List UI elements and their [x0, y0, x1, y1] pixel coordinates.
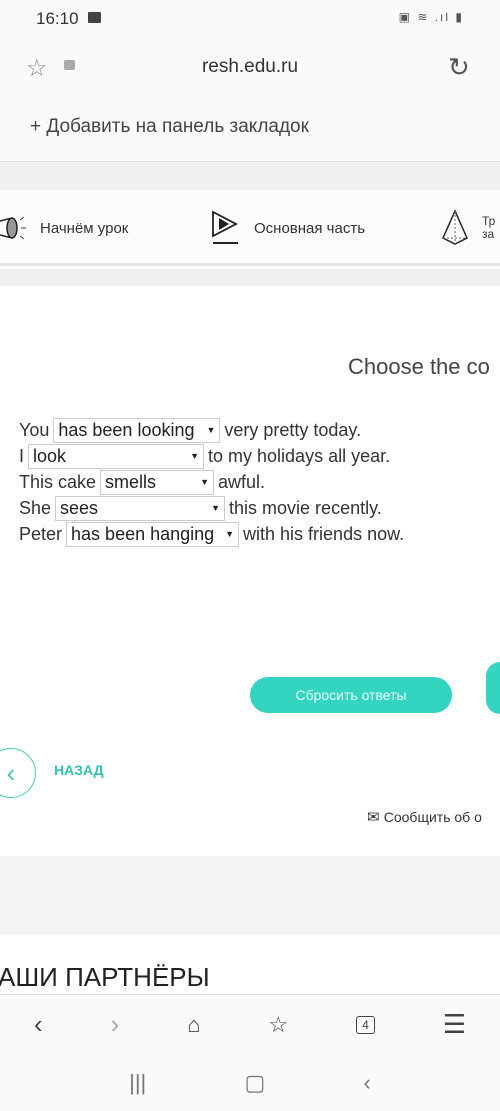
- tabs-icon[interactable]: 4: [356, 1015, 375, 1034]
- sentence: She sees ▼ this movie recently.: [19, 495, 382, 521]
- step-main[interactable]: Основная часть: [210, 190, 365, 266]
- dropdown-arrow-icon: ▼: [206, 425, 216, 435]
- step-label: Основная часть: [254, 219, 366, 237]
- partners-heading: АШИ ПАРТНЁРЫ: [0, 962, 210, 992]
- dropdown-arrow-icon: ▼: [190, 451, 200, 461]
- browser-toolbar: ☆ resh.edu.ru ↻ + Добавить на панель зак…: [0, 40, 500, 162]
- url-field[interactable]: resh.edu.ru: [0, 56, 500, 78]
- sentence-start: Peter: [19, 523, 63, 544]
- selected-value: has been hanging: [71, 523, 215, 544]
- step-start[interactable]: Начнём урок: [0, 190, 128, 266]
- sentence: This cake smells ▼ awful.: [19, 469, 265, 495]
- answer-select[interactable]: has been looking ▼: [53, 417, 221, 443]
- reset-answers-button[interactable]: Сбросить ответы: [250, 677, 452, 713]
- step-label: Тр за: [482, 214, 496, 241]
- answer-select[interactable]: sees ▼: [55, 495, 226, 521]
- exercise-panel: Choose the co You has been looking ▼ very…: [0, 286, 500, 856]
- dropdown-arrow-icon: ▼: [211, 503, 221, 513]
- sentence-end: to my holidays all year.: [208, 445, 391, 466]
- signal-icon: ▣ ≋ .ıl ▮: [398, 10, 464, 24]
- sentence-start: You: [19, 419, 50, 440]
- spacer: [0, 856, 500, 935]
- lesson-steps: Начнём урок Основная часть Тр за: [0, 190, 500, 266]
- dropdown-arrow-icon: ▼: [200, 477, 210, 487]
- pyramid-icon: [442, 209, 468, 245]
- sentence-end: very pretty today.: [224, 419, 362, 440]
- back-link[interactable]: НАЗАД: [54, 762, 104, 778]
- add-bookmark-button[interactable]: + Добавить на панель закладок: [30, 116, 309, 138]
- reload-icon[interactable]: ↻: [448, 52, 470, 83]
- sentence: You has been looking ▼ very pretty today.: [19, 417, 361, 443]
- sentence-end: awful.: [218, 471, 266, 492]
- spacer: [0, 162, 500, 190]
- bookmarks-icon[interactable]: ☆: [268, 1012, 288, 1038]
- browser-bottom-nav: ‹ › ⌂ ☆ 4 ☰: [0, 994, 500, 1054]
- home-button-icon[interactable]: ▢: [245, 1070, 266, 1096]
- recent-apps-icon[interactable]: |||: [129, 1070, 146, 1096]
- status-bar: 16:10 ▣ ≋ .ıl ▮: [0, 0, 500, 40]
- selected-value: look: [33, 445, 67, 466]
- add-bookmark-label: Добавить на панель закладок: [46, 116, 309, 137]
- play-icon: [212, 210, 238, 244]
- sentence-end: with his friends now.: [243, 523, 405, 544]
- spacer: [0, 269, 500, 286]
- forward-icon[interactable]: ›: [111, 1009, 120, 1040]
- megaphone-icon: [0, 216, 26, 240]
- back-button[interactable]: ‹: [0, 748, 36, 798]
- sentence: I look ▼ to my holidays all year.: [19, 443, 390, 469]
- sentence-start: She: [19, 497, 52, 518]
- plus-icon: +: [30, 116, 47, 137]
- home-icon[interactable]: ⌂: [187, 1012, 200, 1038]
- step-label: Начнём урок: [40, 219, 129, 237]
- exercise-title: Choose the co: [348, 354, 490, 379]
- mail-icon: ✉: [367, 809, 384, 826]
- system-nav-bar: ||| ▢ ‹: [0, 1054, 500, 1111]
- selected-value: has been looking: [58, 419, 195, 440]
- sentence-end: this movie recently.: [229, 497, 382, 518]
- selected-value: smells: [105, 471, 157, 492]
- chevron-left-icon: ‹: [6, 757, 16, 788]
- selected-value: sees: [60, 497, 99, 518]
- sentence-start: This cake: [19, 471, 97, 492]
- sentence: Peter has been hanging ▼ with his friends…: [19, 521, 404, 547]
- answer-select[interactable]: look ▼: [28, 443, 205, 469]
- sentence-start: I: [19, 445, 25, 466]
- system-back-icon[interactable]: ‹: [364, 1070, 371, 1096]
- answer-select[interactable]: smells ▼: [100, 469, 215, 495]
- step-training[interactable]: Тр за: [440, 190, 498, 266]
- back-icon[interactable]: ‹: [34, 1009, 43, 1040]
- menu-icon[interactable]: ☰: [443, 1009, 466, 1040]
- dropdown-arrow-icon: ▼: [225, 529, 235, 539]
- gallery-icon: [88, 12, 101, 23]
- report-error-link[interactable]: ✉ Сообщить об о: [367, 808, 482, 826]
- check-button[interactable]: [486, 662, 500, 714]
- answer-select[interactable]: has been hanging ▼: [66, 521, 240, 547]
- report-label: Сообщить об о: [383, 809, 482, 825]
- clock: 16:10: [36, 9, 79, 28]
